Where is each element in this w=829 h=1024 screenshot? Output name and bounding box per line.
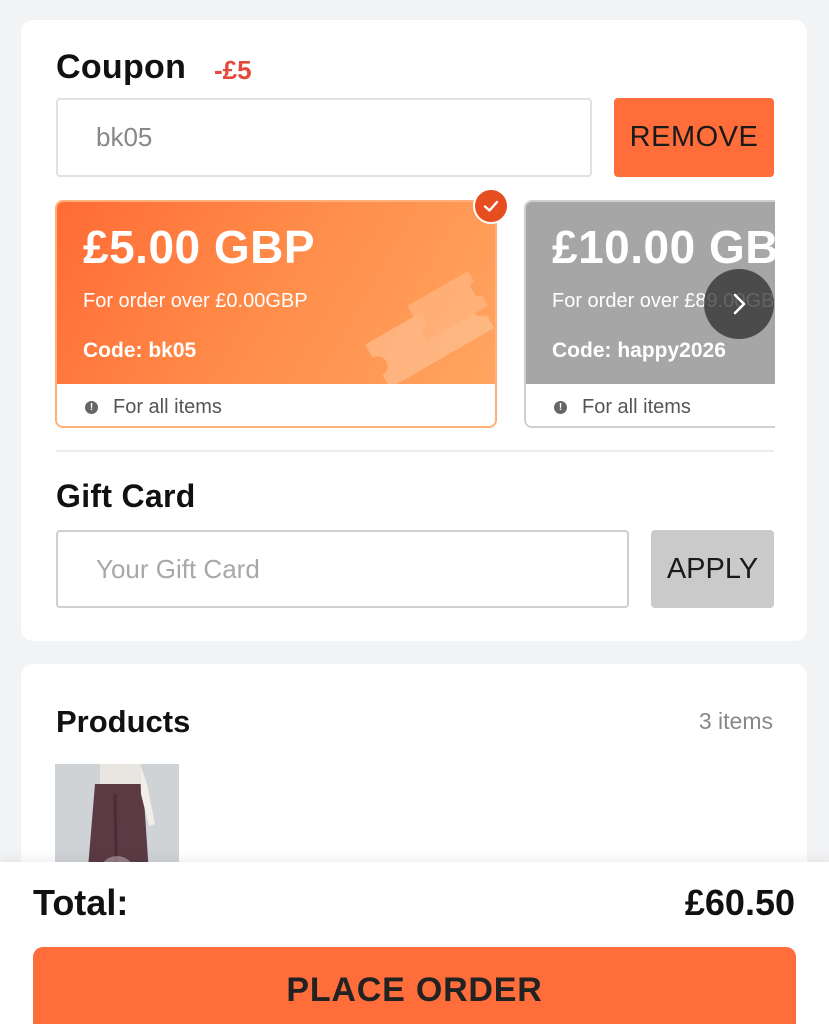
coupon-code-input[interactable]: bk05 bbox=[56, 98, 592, 177]
voucher-amount: £5.00 GBP bbox=[83, 221, 316, 273]
info-icon: ! bbox=[85, 400, 98, 414]
voucher-condition: For order over £0.00GBP bbox=[83, 290, 308, 312]
place-order-button[interactable]: PLACE ORDER bbox=[33, 947, 796, 1024]
gift-card-title: Gift Card bbox=[56, 478, 196, 514]
voucher-scope-label: For all items bbox=[582, 395, 691, 418]
voucher-carousel[interactable]: £5.00 GBP For order over £0.00GBP Code: … bbox=[55, 200, 775, 430]
voucher-card-header: £5.00 GBP For order over £0.00GBP Code: … bbox=[57, 202, 495, 388]
voucher-amount: £10.00 GBP bbox=[552, 221, 775, 273]
voucher-scope: ! For all items bbox=[526, 384, 775, 426]
coupon-title: Coupon bbox=[56, 48, 187, 86]
section-divider bbox=[56, 450, 774, 452]
coupon-section: Coupon -£5 bk05 REMOVE £5.00 GBP For ord… bbox=[21, 20, 807, 641]
voucher-scope-label: For all items bbox=[113, 395, 222, 418]
voucher-code: Code: bk05 bbox=[83, 339, 197, 362]
coupon-discount-amount: -£5 bbox=[214, 55, 252, 85]
voucher-card-selected[interactable]: £5.00 GBP For order over £0.00GBP Code: … bbox=[55, 200, 497, 428]
apply-gift-card-button[interactable]: APPLY bbox=[651, 530, 774, 608]
gift-card-input[interactable]: Your Gift Card bbox=[56, 530, 629, 608]
remove-coupon-button[interactable]: REMOVE bbox=[614, 98, 774, 177]
checkout-bar: Total: £60.50 PLACE ORDER bbox=[0, 862, 829, 1024]
total-label: Total: bbox=[33, 882, 129, 923]
voucher-code: Code: happy2026 bbox=[552, 339, 726, 362]
check-icon bbox=[473, 188, 509, 224]
voucher-scope: ! For all items bbox=[57, 384, 495, 426]
total-value: £60.50 bbox=[684, 882, 795, 923]
ticket-icon bbox=[365, 272, 494, 388]
info-icon: ! bbox=[554, 400, 567, 414]
chevron-right-icon[interactable] bbox=[704, 269, 774, 339]
products-count: 3 items bbox=[698, 708, 773, 734]
products-title: Products bbox=[56, 704, 191, 739]
